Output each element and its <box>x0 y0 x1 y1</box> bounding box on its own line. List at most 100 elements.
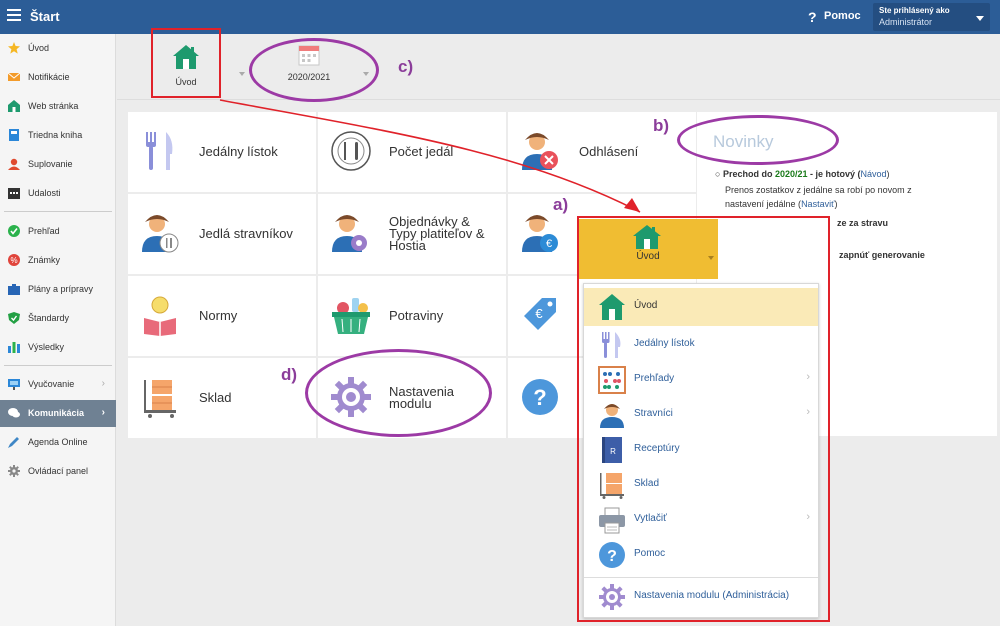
sidebar-item-vysledky[interactable]: Výsledky <box>0 334 116 361</box>
annotation-label-b: b) <box>653 116 670 135</box>
tile-normy[interactable]: Normy <box>128 276 316 356</box>
sidebar-item-label: Úvod <box>28 43 50 53</box>
sidebar-item-komunikacia[interactable]: Komunikácia › <box>0 400 116 427</box>
tile-objednavky[interactable]: Objednávky & Typy platiteľov & Hostia <box>318 194 506 274</box>
main-content: Úvod 2020/2021 Jedálny lístok Počet jedá… <box>117 34 1000 626</box>
annotation-ellipse-year <box>249 38 379 102</box>
sidebar-item-label: Komunikácia <box>28 408 85 418</box>
tile-jedla-stravnikov[interactable]: Jedlá stravníkov <box>128 194 316 274</box>
tile-label: Normy <box>199 308 238 323</box>
cutlery-icon <box>146 132 173 170</box>
person-icon <box>8 158 20 170</box>
check-icon <box>8 225 20 237</box>
briefcase-icon <box>8 284 20 295</box>
top-bar: Štart ? Pomoc Ste prihlásený ako Adminis… <box>0 0 1000 34</box>
sidebar-item-suplovanie[interactable]: Suplovanie <box>0 151 116 178</box>
tile-label: Potraviny <box>389 308 444 323</box>
envelope-icon <box>8 72 20 81</box>
news-item-1: ○ Prechod do 2020/21 - je hotový (Návod) <box>715 169 890 179</box>
shield-icon <box>8 312 20 324</box>
sidebar-item-label: Notifikácie <box>28 72 70 82</box>
menu-icon[interactable] <box>7 9 21 21</box>
tile-label: Jedlá stravníkov <box>199 226 293 241</box>
basket-icon <box>332 298 370 334</box>
annotation-ellipse-settings <box>305 349 492 437</box>
annotation-label-c: c) <box>398 57 414 76</box>
sidebar-item-plany[interactable]: Plány a prípravy <box>0 276 116 303</box>
tile-label: Sklad <box>199 390 232 405</box>
sidebar-item-udalosti[interactable]: Udalosti <box>0 180 116 207</box>
help-icon[interactable]: ? <box>808 9 817 25</box>
sidebar-item-vyucovanie[interactable]: Vyučovanie › <box>0 371 116 398</box>
svg-text:%: % <box>10 256 17 265</box>
tile-label: Odhlásení <box>579 144 639 159</box>
sidebar-item-prehlad[interactable]: Prehľad <box>0 218 116 245</box>
news-link-nastavit[interactable]: Nastaviť <box>801 199 834 209</box>
sidebar-item-standardy[interactable]: Štandardy <box>0 305 116 332</box>
calendar-icon <box>8 188 20 199</box>
tile-label-line: Hostia <box>389 238 426 253</box>
news-text: zapnúť generovanie <box>839 250 925 260</box>
tile-pocet-jedal[interactable]: Počet jedál <box>318 112 506 192</box>
sidebar-item-label: Známky <box>28 255 61 265</box>
tile-label: Jedálny lístok <box>199 144 278 159</box>
sidebar-item-triedna-kniha[interactable]: Triedna kniha <box>0 122 116 149</box>
annotation-ellipse-news <box>677 115 839 165</box>
user-menu[interactable]: Ste prihlásený ako Administrátor <box>873 3 990 31</box>
person-euro-icon: € <box>522 215 558 252</box>
annotation-label-d: d) <box>281 365 298 384</box>
sidebar-item-label: Agenda Online <box>28 437 88 447</box>
sidebar-item-label: Ovládací panel <box>28 466 89 476</box>
person-gear-icon <box>332 215 367 252</box>
barchart-icon <box>8 342 20 353</box>
annotation-red-box-dropdown <box>577 216 830 622</box>
sidebar-item-label: Prehľad <box>28 226 60 236</box>
annotation-red-box-home <box>151 28 221 98</box>
svg-text:€: € <box>546 238 552 250</box>
book-icon <box>9 129 19 141</box>
chevron-down-icon[interactable] <box>239 72 245 76</box>
sidebar-item-ovladaci-panel[interactable]: Ovládací panel <box>0 458 116 485</box>
sidebar-item-label: Výsledky <box>28 342 65 352</box>
sidebar-item-label: Plány a prípravy <box>28 284 94 294</box>
sidebar-item-label: Triedna kniha <box>28 130 83 140</box>
bullet: ○ <box>715 169 723 179</box>
news-text: ) <box>886 169 890 179</box>
sidebar-item-label: Suplovanie <box>28 159 73 169</box>
tile-label: Počet jedál <box>389 144 454 159</box>
annotation-label-a: a) <box>553 195 569 214</box>
sidebar-item-web[interactable]: Web stránka <box>0 93 116 120</box>
svg-text:€: € <box>535 306 543 321</box>
board-icon <box>8 379 20 390</box>
person-reading-icon <box>144 296 176 336</box>
chat-icon <box>8 408 20 418</box>
star-icon <box>8 42 20 54</box>
boxes-cart-icon <box>144 380 176 418</box>
house-icon <box>8 100 20 112</box>
tile-potraviny[interactable]: Potraviny <box>318 276 506 356</box>
news-link-navod[interactable]: Návod <box>861 169 887 179</box>
gear-icon <box>8 465 20 477</box>
sidebar-item-notifikacie[interactable]: Notifikácie <box>0 64 116 91</box>
news-item-1b: nastavení jedálne (Nastaviť) <box>725 199 837 209</box>
sidebar-item-znamky[interactable]: % Známky <box>0 247 116 274</box>
person-cancel-icon <box>522 133 558 170</box>
sidebar-item-agenda[interactable]: Agenda Online <box>0 429 116 456</box>
sidebar-item-uvod[interactable]: Úvod <box>0 35 116 62</box>
page-title: Štart <box>30 9 60 24</box>
news-text: Prenos zostatkov z jedálne sa robí po no… <box>725 185 912 195</box>
person-plate-icon <box>142 215 179 253</box>
grades-icon: % <box>8 254 20 266</box>
tile-jedalny-listok[interactable]: Jedálny lístok <box>128 112 316 192</box>
sidebar-divider <box>4 365 112 366</box>
sidebar-divider <box>4 211 112 212</box>
tile-label: Objednávky & Typy platiteľov & Hostia <box>389 215 485 253</box>
news-text: - je hotový ( <box>807 169 861 179</box>
plate-icon <box>331 131 371 171</box>
help-link[interactable]: Pomoc <box>824 10 861 22</box>
sidebar-item-label: Štandardy <box>28 313 70 323</box>
news-text: ze za stravu <box>837 218 889 228</box>
news-text: ) <box>834 199 838 209</box>
sidebar-item-label: Udalosti <box>28 188 61 198</box>
news-year: 2020/21 <box>774 169 808 179</box>
